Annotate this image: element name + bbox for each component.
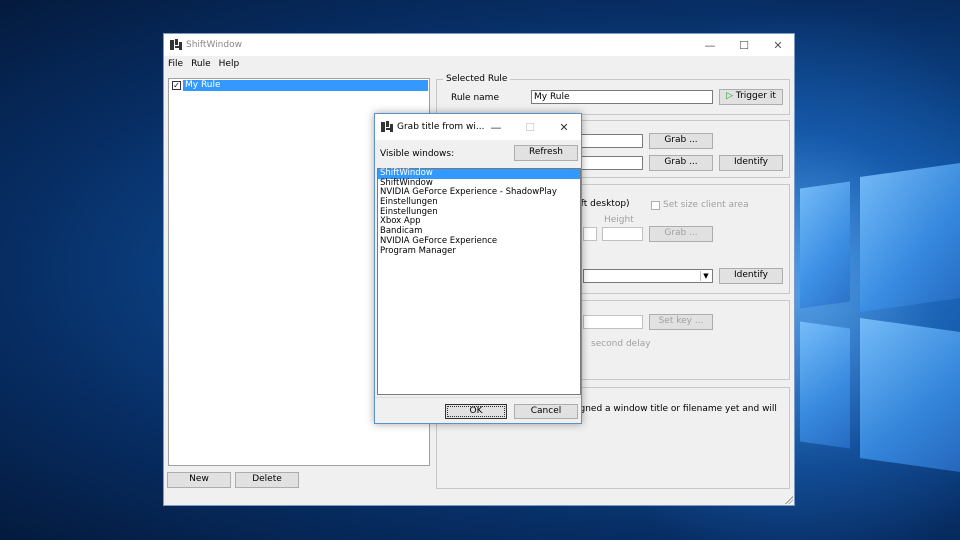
trigger-button-label: Trigger it bbox=[735, 91, 776, 101]
height-field[interactable] bbox=[602, 227, 643, 241]
grab-button-2[interactable]: Grab ... bbox=[649, 155, 713, 171]
windows-logo-pane bbox=[860, 317, 960, 473]
dialog-maximize-icon: ☐ bbox=[525, 120, 535, 134]
delete-button[interactable]: Delete bbox=[235, 472, 299, 488]
list-item[interactable]: Program Manager bbox=[378, 246, 580, 257]
grab-size-button[interactable]: Grab ... bbox=[649, 226, 713, 242]
grab-button[interactable]: Grab ... bbox=[649, 133, 713, 149]
width-field[interactable] bbox=[583, 227, 597, 241]
new-button[interactable]: New bbox=[167, 472, 231, 488]
main-window-title: ShiftWindow bbox=[186, 40, 242, 50]
rule-name-label: Rule name bbox=[451, 93, 499, 103]
windows-logo-pane bbox=[800, 181, 850, 309]
tree-item-my-rule[interactable]: ✓ My Rule bbox=[170, 80, 428, 91]
info-text: igned a window title or filename yet and… bbox=[577, 404, 777, 414]
visible-windows-list[interactable]: ShiftWindow ShiftWindow NVIDIA GeForce E… bbox=[377, 168, 581, 395]
main-titlebar[interactable]: ShiftWindow — ☐ ✕ bbox=[164, 34, 794, 56]
grab-title-dialog: Grab title from wi... — ☐ ✕ Visible wind… bbox=[374, 113, 582, 424]
selected-rule-group: Selected Rule Rule name My Rule ▷ Trigge… bbox=[436, 74, 790, 115]
delay-label: second delay bbox=[591, 339, 651, 349]
height-label: Height bbox=[604, 215, 634, 225]
menu-bar: File Rule Help bbox=[164, 56, 794, 72]
windows-logo-pane bbox=[800, 321, 850, 449]
dialog-close-icon[interactable]: ✕ bbox=[549, 114, 579, 140]
set-key-button[interactable]: Set key ... bbox=[649, 314, 713, 330]
menu-help[interactable]: Help bbox=[219, 59, 240, 69]
dialog-app-icon bbox=[381, 121, 393, 133]
dialog-footer: OK Cancel bbox=[375, 397, 581, 423]
play-icon: ▷ bbox=[726, 91, 734, 101]
menu-file[interactable]: File bbox=[168, 59, 183, 69]
chevron-down-icon[interactable]: ▼ bbox=[700, 271, 711, 281]
windows-logo-pane bbox=[860, 162, 960, 313]
trigger-button[interactable]: ▷ Trigger it bbox=[719, 89, 783, 105]
cancel-button[interactable]: Cancel bbox=[514, 404, 578, 419]
dialog-minimize-icon[interactable]: — bbox=[481, 114, 511, 140]
visible-windows-label: Visible windows: bbox=[380, 149, 455, 159]
app-icon bbox=[170, 39, 182, 51]
refresh-button[interactable]: Refresh bbox=[514, 145, 578, 161]
dialog-titlebar[interactable]: Grab title from wi... — ☐ ✕ bbox=[375, 114, 581, 140]
set-size-label: Set size client area bbox=[663, 200, 749, 210]
selected-rule-group-title: Selected Rule bbox=[443, 74, 511, 84]
identify-button[interactable]: Identify bbox=[719, 155, 783, 171]
dialog-title: Grab title from wi... bbox=[397, 122, 485, 132]
rule-name-field[interactable]: My Rule bbox=[531, 90, 713, 104]
ok-button[interactable]: OK bbox=[445, 404, 507, 419]
identify-monitor-button[interactable]: Identify bbox=[719, 268, 783, 284]
hotkey-field[interactable] bbox=[583, 315, 643, 329]
set-size-checkbox[interactable] bbox=[651, 201, 660, 210]
minimize-icon[interactable]: — bbox=[693, 34, 727, 56]
maximize-icon[interactable]: ☐ bbox=[727, 34, 761, 56]
monitor-select[interactable]: ▼ bbox=[583, 269, 713, 283]
close-icon[interactable]: ✕ bbox=[761, 34, 795, 56]
tree-item-label: My Rule bbox=[183, 80, 428, 91]
rule-enabled-checkbox[interactable]: ✓ bbox=[172, 81, 181, 90]
menu-rule[interactable]: Rule bbox=[191, 59, 211, 69]
resize-grip-icon[interactable] bbox=[785, 496, 793, 504]
